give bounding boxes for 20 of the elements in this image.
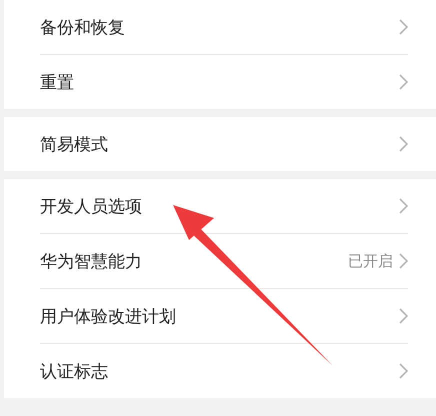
- chevron-icon: [399, 253, 408, 269]
- row-label: 重置: [40, 72, 75, 94]
- settings-row[interactable]: 认证标志: [40, 343, 408, 398]
- row-label: 简易模式: [40, 134, 109, 156]
- settings-row[interactable]: 重置: [40, 54, 408, 109]
- row-label: 备份和恢复: [40, 16, 126, 38]
- row-label: 开发人员选项: [40, 196, 143, 218]
- chevron-icon: [399, 19, 408, 35]
- chevron-icon: [399, 308, 408, 324]
- chevron-icon: [399, 74, 408, 90]
- row-label: 认证标志: [40, 360, 109, 382]
- settings-row[interactable]: 备份和恢复: [4, 0, 436, 54]
- row-value: 已开启: [348, 252, 393, 270]
- chevron-icon: [399, 136, 408, 152]
- row-label: 华为智慧能力: [40, 250, 143, 272]
- row-label: 用户体验改进计划: [40, 306, 177, 328]
- settings-row[interactable]: 开发人员选项: [4, 179, 436, 233]
- chevron-icon: [399, 363, 408, 379]
- chevron-icon: [399, 198, 408, 214]
- settings-row[interactable]: 简易模式: [4, 117, 436, 171]
